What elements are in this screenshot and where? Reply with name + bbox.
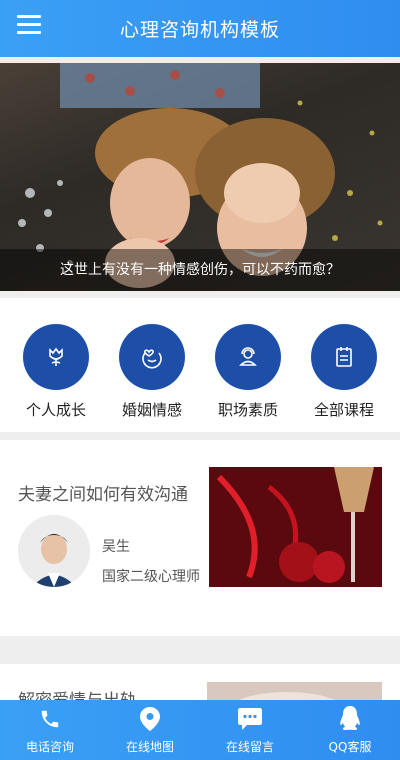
flower-icon	[23, 324, 89, 390]
nav-phone-consult[interactable]: 电话咨询	[0, 700, 100, 760]
nav-qq-service[interactable]: QQ客服	[300, 700, 400, 760]
category-all-courses[interactable]: 全部课程	[299, 324, 389, 420]
menu-icon[interactable]	[17, 15, 41, 35]
nav-label: 在线留言	[225, 739, 274, 754]
headset-person-icon	[215, 324, 281, 390]
page-title: 心理咨询机构模板	[119, 19, 280, 41]
category-label: 婚姻情感	[121, 401, 182, 419]
category-label: 个人成长	[25, 401, 86, 419]
article-thumbnail	[209, 467, 382, 587]
nav-label: 电话咨询	[25, 739, 74, 754]
category-panel: 个人成长 婚姻情感 职场素质 全部课程	[0, 298, 400, 432]
chat-bubble-icon	[238, 706, 262, 732]
article-title: 夫妻之间如何有效沟通	[18, 485, 188, 505]
nav-label: QQ客服	[328, 739, 372, 754]
banner-caption: 这世上有没有一种情感创伤，可以不药而愈？	[0, 249, 400, 291]
nav-label: 在线地图	[125, 739, 174, 754]
nav-online-message[interactable]: 在线留言	[200, 700, 300, 760]
author-role: 国家二级心理师	[102, 569, 200, 585]
avatar	[18, 515, 90, 587]
category-label: 全部课程	[313, 401, 374, 419]
heart-face-icon	[119, 324, 185, 390]
phone-icon	[39, 706, 61, 732]
article-card[interactable]: 夫妻之间如何有效沟通 吴生 国家二级心理师	[0, 440, 400, 636]
nav-online-map[interactable]: 在线地图	[100, 700, 200, 760]
category-personal-growth[interactable]: 个人成长	[11, 324, 101, 420]
app-header: 心理咨询机构模板	[0, 0, 400, 57]
category-workplace[interactable]: 职场素质	[203, 324, 293, 420]
category-marriage-emotion[interactable]: 婚姻情感	[107, 324, 197, 420]
map-pin-icon	[140, 706, 160, 732]
bottom-nav: 电话咨询 在线地图 在线留言 QQ客服	[0, 700, 400, 760]
category-label: 职场素质	[217, 401, 278, 419]
document-list-icon	[311, 324, 377, 390]
qq-penguin-icon	[339, 705, 361, 732]
hero-banner[interactable]: 这世上有没有一种情感创伤，可以不药而愈？	[0, 63, 400, 291]
author-name: 吴生	[102, 539, 130, 555]
